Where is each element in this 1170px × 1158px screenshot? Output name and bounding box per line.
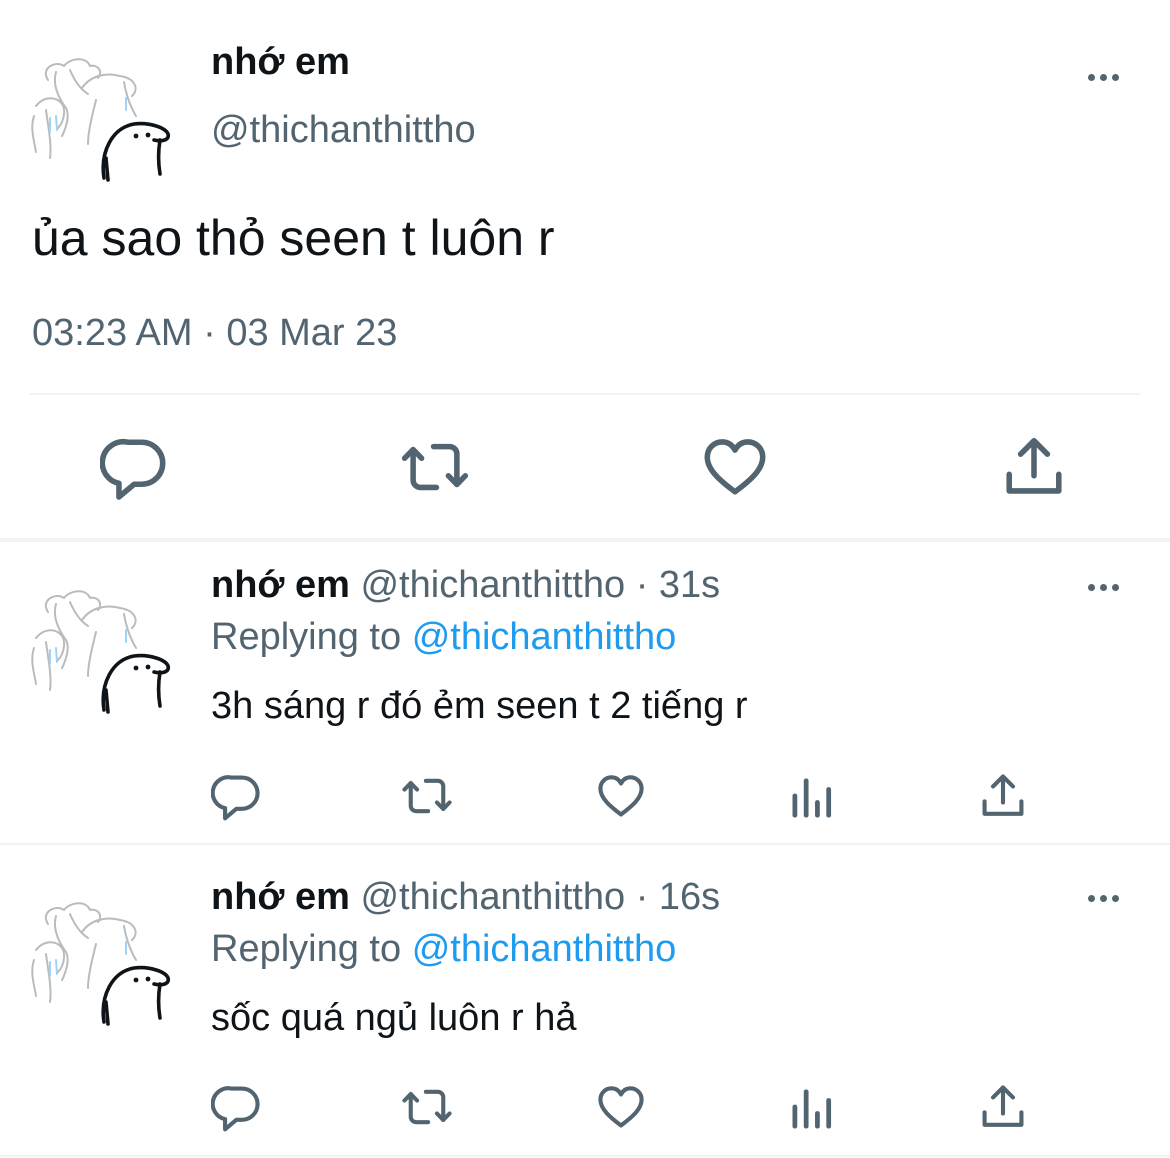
user-handle[interactable]: @thichanthittho <box>211 107 476 153</box>
reply-header: nhớ em @thichanthittho · 16s <box>211 874 720 920</box>
share-icon[interactable] <box>999 432 1069 502</box>
reply-icon[interactable] <box>211 1081 263 1133</box>
section-divider <box>0 538 1170 542</box>
tweet-timestamp[interactable]: 03:23 AM · 03 Mar 23 <box>32 310 397 356</box>
avatar[interactable] <box>26 572 178 717</box>
replying-handle-link[interactable]: @thichanthittho <box>412 616 677 658</box>
analytics-icon[interactable] <box>786 772 838 824</box>
replying-label: Replying to <box>211 928 402 970</box>
share-icon[interactable] <box>977 770 1029 822</box>
avatar[interactable] <box>26 884 178 1029</box>
divider <box>30 393 1140 395</box>
reply-icon[interactable] <box>211 770 263 822</box>
like-icon[interactable] <box>595 1081 647 1133</box>
retweet-icon[interactable] <box>401 1081 453 1133</box>
display-name[interactable]: nhớ em <box>211 564 350 606</box>
replying-to: Replying to @thichanthittho <box>211 926 676 972</box>
display-name[interactable]: nhớ em <box>211 40 350 84</box>
replying-to: Replying to @thichanthittho <box>211 614 676 660</box>
user-handle[interactable]: @thichanthittho <box>360 564 625 606</box>
reply-header: nhớ em @thichanthittho · 31s <box>211 562 720 608</box>
like-icon[interactable] <box>595 770 647 822</box>
more-icon[interactable] <box>1088 578 1128 598</box>
reply-time[interactable]: · 16s <box>636 876 720 918</box>
section-divider <box>0 1155 1170 1157</box>
user-handle[interactable]: @thichanthittho <box>360 876 625 918</box>
reply-icon[interactable] <box>100 432 170 502</box>
replying-label: Replying to <box>211 616 402 658</box>
more-icon[interactable] <box>1088 889 1128 909</box>
section-divider <box>0 843 1170 845</box>
more-icon[interactable] <box>1088 68 1128 88</box>
tweet-text: ủa sao thỏ seen t luôn r <box>32 210 555 266</box>
replying-handle-link[interactable]: @thichanthittho <box>412 928 677 970</box>
retweet-icon[interactable] <box>401 770 453 822</box>
reply-text: sốc quá ngủ luôn r hả <box>211 997 577 1039</box>
retweet-icon[interactable] <box>400 432 470 502</box>
reply-time[interactable]: · 31s <box>636 564 720 606</box>
reply-text: 3h sáng r đó ẻm seen t 2 tiếng r <box>211 685 748 727</box>
avatar[interactable] <box>26 40 178 185</box>
share-icon[interactable] <box>977 1081 1029 1133</box>
analytics-icon[interactable] <box>786 1083 838 1135</box>
like-icon[interactable] <box>700 432 770 502</box>
display-name[interactable]: nhớ em <box>211 876 350 918</box>
